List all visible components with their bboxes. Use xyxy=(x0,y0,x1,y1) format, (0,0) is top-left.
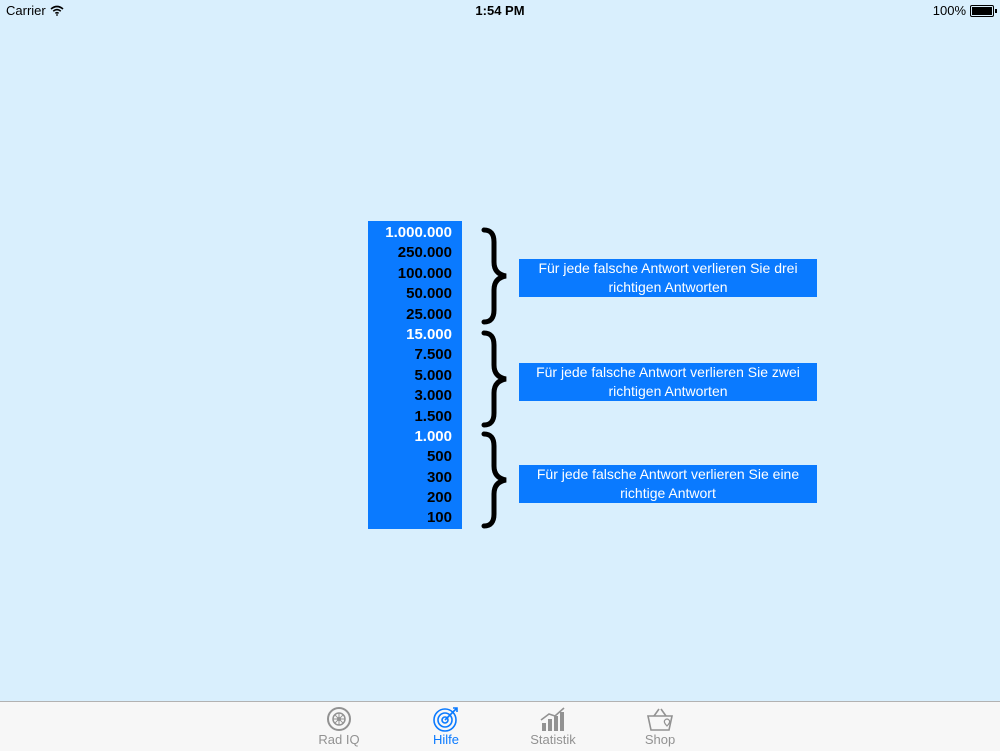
tab-bar: Rad IQ Hilfe Statistik Shop xyxy=(0,701,1000,751)
rule-top-box: Für jede falsche Antwort verlieren Sie d… xyxy=(519,259,817,297)
battery-percent: 100% xyxy=(932,3,966,18)
tab-statistik[interactable]: Statistik xyxy=(518,706,588,747)
tab-label: Shop xyxy=(644,732,676,747)
battery-indicator: 100% xyxy=(932,3,997,18)
chart-icon xyxy=(540,707,565,731)
brace-middle-icon xyxy=(481,330,507,428)
score-item: 7.500 xyxy=(414,346,452,364)
battery-icon xyxy=(970,4,997,17)
tab-label: Hilfe xyxy=(432,732,459,747)
tab-label: Rad IQ xyxy=(318,732,360,747)
brace-top-icon xyxy=(481,227,507,325)
score-item: 100.000 xyxy=(397,264,452,282)
brace-bottom-icon xyxy=(481,431,507,529)
score-item: 3.000 xyxy=(414,387,452,405)
tab-label: Statistik xyxy=(530,732,576,747)
tab-rad-iq[interactable]: Rad IQ xyxy=(304,706,374,747)
rule-middle-box: Für jede falsche Antwort verlieren Sie z… xyxy=(519,363,817,401)
score-item: 200 xyxy=(426,489,452,507)
score-item: 1.000.000 xyxy=(385,224,452,241)
score-item: 1.500 xyxy=(414,407,452,425)
tab-hilfe[interactable]: Hilfe xyxy=(411,706,481,747)
score-item: 5.000 xyxy=(414,366,452,384)
score-item: 500 xyxy=(426,448,452,466)
wheel-icon xyxy=(327,707,351,731)
tab-shop[interactable]: Shop xyxy=(625,706,695,747)
status-bar: Carrier 1:54 PM 100% xyxy=(0,0,1000,20)
score-item: 1.000 xyxy=(414,427,452,445)
score-item: 250.000 xyxy=(397,244,452,262)
score-item: 25.000 xyxy=(406,305,452,323)
score-item: 300 xyxy=(426,468,452,486)
score-item: 100 xyxy=(426,509,452,527)
clock: 1:54 PM xyxy=(475,3,525,18)
score-item: 15.000 xyxy=(406,325,452,343)
target-icon xyxy=(433,707,458,732)
score-item: 50.000 xyxy=(406,285,452,303)
score-ladder: 1.000.000 250.000 100.000 50.000 25.000 … xyxy=(368,221,462,529)
rule-bottom-box: Für jede falsche Antwort verlieren Sie e… xyxy=(519,465,817,503)
basket-icon xyxy=(647,708,673,731)
